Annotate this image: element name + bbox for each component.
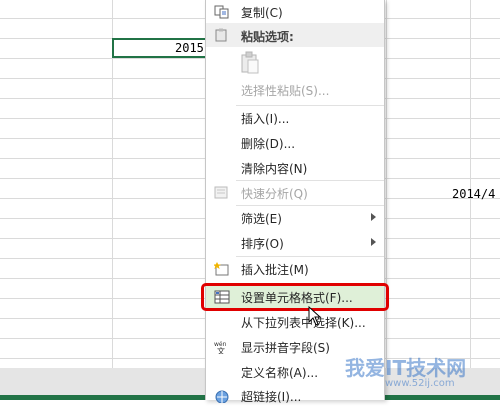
- menu-label: 筛选(E): [241, 212, 282, 226]
- watermark-title: 我爱IT技术网: [345, 356, 467, 380]
- menu-label: 显示拼音字段(S): [241, 341, 330, 355]
- menu-item-insert-comment[interactable]: 插入批注(M): [206, 257, 384, 281]
- menu-label: 清除内容(N): [241, 162, 308, 176]
- menu-label: 选择性粘贴(S)...: [241, 84, 330, 98]
- menu-label: 从下拉列表中选择(K)...: [241, 316, 366, 330]
- menu-item-sort[interactable]: 排序(O): [206, 231, 384, 255]
- menu-item-paste-special[interactable]: 选择性粘贴(S)...: [206, 78, 384, 102]
- submenu-arrow-icon: [371, 213, 376, 221]
- clipboard-icon: [215, 28, 227, 42]
- menu-item-copy[interactable]: 复制(C): [206, 0, 384, 24]
- menu-item-insert[interactable]: 插入(I)...: [206, 106, 384, 130]
- menu-label: 复制(C): [241, 6, 283, 20]
- mouse-cursor-icon: [308, 306, 322, 326]
- menu-item-filter[interactable]: 筛选(E): [206, 206, 384, 230]
- paste-options-header: 粘贴选项:: [206, 23, 384, 47]
- annotation-highlight-box: [201, 283, 389, 311]
- paste-button[interactable]: [238, 50, 262, 76]
- paste-icon: [241, 51, 259, 74]
- menu-label: 定义名称(A)...: [241, 366, 319, 380]
- menu-label: 超链接(I)...: [241, 390, 302, 404]
- menu-item-quick-analysis[interactable]: 快速分析(Q): [206, 181, 384, 205]
- copy-icon: [214, 5, 229, 19]
- submenu-arrow-icon: [371, 238, 376, 246]
- context-menu: 复制(C) 粘贴选项: 选择性粘贴(S)... 插入(I)... 删除(D)..…: [205, 0, 385, 404]
- menu-label: 粘贴选项:: [241, 30, 294, 44]
- menu-label: 插入(I)...: [241, 112, 290, 126]
- phonetic-icon: wén 文: [214, 341, 227, 354]
- watermark: 我爱IT技术网 www.52ij.com: [335, 350, 495, 400]
- hyperlink-icon: [215, 390, 229, 403]
- menu-label: 快速分析(Q): [241, 187, 308, 201]
- cell-value-2015[interactable]: 2015: [175, 41, 204, 55]
- menu-item-delete[interactable]: 删除(D)...: [206, 131, 384, 155]
- column-line: [386, 0, 387, 368]
- cell-value-date[interactable]: 2014/4: [452, 187, 495, 201]
- quick-analysis-icon: [214, 186, 228, 199]
- comment-icon: [214, 262, 229, 276]
- menu-label: 删除(D)...: [241, 137, 296, 151]
- menu-label: 排序(O): [241, 237, 284, 251]
- watermark-url: www.52ij.com: [385, 378, 455, 389]
- menu-label: 插入批注(M): [241, 263, 309, 277]
- column-line: [470, 0, 471, 368]
- menu-item-clear-contents[interactable]: 清除内容(N): [206, 156, 384, 180]
- menu-item-pick-from-list[interactable]: 从下拉列表中选择(K)...: [206, 310, 384, 334]
- svg-text:文: 文: [217, 346, 225, 354]
